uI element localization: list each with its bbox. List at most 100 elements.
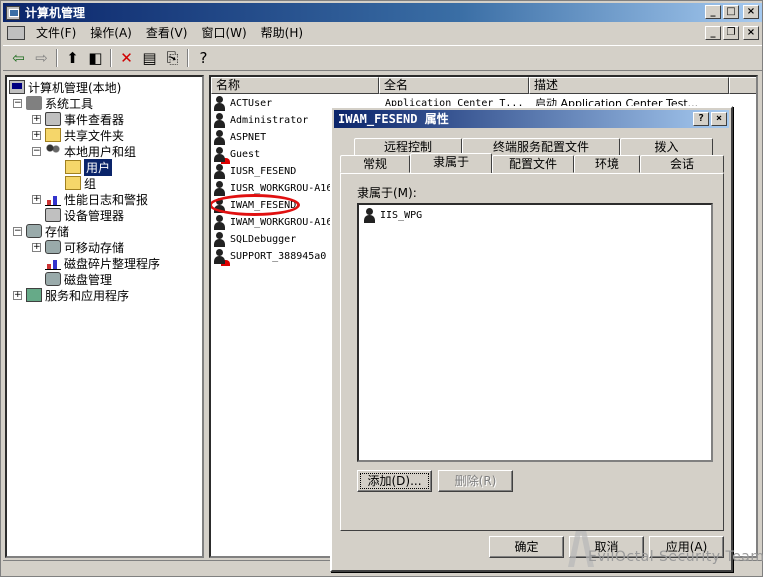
tree-shared-folders[interactable]: + 共享文件夹	[32, 127, 124, 143]
mdi-caption-buttons: _ ❐ ×	[705, 26, 759, 40]
folder-icon	[65, 160, 81, 174]
tree-system-tools[interactable]: − 系统工具	[13, 95, 93, 111]
caption-buttons: _ □ ×	[705, 5, 759, 19]
tree-defrag[interactable]: 磁盘碎片整理程序	[45, 255, 160, 271]
list-item[interactable]: ACTUser	[213, 95, 272, 112]
menu-file[interactable]: 文件(F)	[29, 23, 83, 43]
collapse-icon[interactable]: −	[32, 146, 41, 156]
list-item[interactable]: SQLDebugger	[213, 231, 296, 248]
list-item[interactable]: Administrator	[213, 112, 308, 129]
tree-groups[interactable]: 组	[65, 175, 96, 191]
expand-icon[interactable]: +	[32, 114, 41, 124]
tree-users[interactable]: 用户	[65, 158, 113, 176]
tab-sessions[interactable]: 会话	[640, 155, 724, 173]
tree-local-users-groups[interactable]: − 本地用户和组	[32, 143, 136, 159]
menu-window[interactable]: 窗口(W)	[194, 23, 253, 43]
mdi-restore-button[interactable]: ❐	[723, 26, 739, 40]
dialog-title-bar: IWAM_FESEND 属性 ? ×	[334, 110, 729, 128]
properties-icon[interactable]: ▤	[138, 47, 161, 69]
tree-device-manager[interactable]: 设备管理器	[45, 207, 124, 223]
tab-environment[interactable]: 环境	[574, 155, 640, 173]
export-list-icon[interactable]: ⎘	[161, 47, 184, 69]
collapse-icon[interactable]: −	[13, 226, 22, 236]
dialog-help-button[interactable]: ?	[693, 112, 709, 126]
services-icon	[26, 288, 42, 302]
user-icon	[213, 96, 227, 111]
list-item[interactable]: IWAM_WORKGROU-A16	[213, 214, 332, 231]
computer-management-icon	[6, 5, 20, 20]
group-icon	[363, 208, 377, 223]
forward-icon[interactable]: ⇨	[30, 47, 53, 69]
device-manager-icon	[45, 208, 61, 222]
list-item[interactable]: SUPPORT_388945a0	[213, 248, 326, 265]
list-item[interactable]: ASPNET	[213, 129, 266, 146]
minimize-button[interactable]: _	[705, 5, 721, 19]
back-icon[interactable]: ⇦	[7, 47, 30, 69]
delete-icon[interactable]: ✕	[115, 47, 138, 69]
list-item[interactable]: IIS_WPG	[363, 208, 422, 223]
user-icon	[213, 181, 227, 196]
disabled-user-icon	[213, 249, 227, 264]
user-icon	[213, 164, 227, 179]
dialog-close-button[interactable]: ×	[711, 112, 727, 126]
tools-icon	[26, 96, 42, 110]
up-folder-icon[interactable]: ⬆	[61, 47, 84, 69]
folder-icon	[65, 176, 81, 190]
tab-member-of[interactable]: 隶属于	[410, 153, 492, 173]
column-header-fullname[interactable]: 全名	[379, 77, 529, 94]
shared-folder-icon	[45, 128, 61, 142]
properties-dialog: IWAM_FESEND 属性 ? × 远程控制 终端服务配置文件 拨入 常规 隶…	[330, 106, 733, 572]
menu-view[interactable]: 查看(V)	[139, 23, 195, 43]
removable-storage-icon	[45, 240, 61, 254]
member-list[interactable]: IIS_WPG	[357, 203, 713, 462]
dialog-title: IWAM_FESEND 属性	[338, 112, 449, 126]
expand-icon[interactable]: +	[32, 242, 41, 252]
tab-general[interactable]: 常规	[340, 155, 410, 173]
column-header-name[interactable]: 名称	[211, 77, 379, 94]
mdi-minimize-button[interactable]: _	[705, 26, 721, 40]
tree-storage[interactable]: − 存储	[13, 223, 69, 239]
users-icon	[45, 144, 61, 158]
help-icon[interactable]: ?	[192, 47, 215, 69]
toolbar: ⇦ ⇨ ⬆ ◧ ✕ ▤ ⎘ ?	[3, 45, 762, 71]
defrag-icon	[45, 256, 61, 270]
close-button[interactable]: ×	[743, 5, 759, 19]
tree-removable-storage[interactable]: + 可移动存储	[32, 239, 124, 255]
add-button[interactable]: 添加(D)...	[357, 470, 432, 492]
tree-pane: 计算机管理(本地) − 系统工具 + 事件查看器 + 共享文件夹 − 本地用户和组 用户…	[5, 75, 204, 558]
user-icon	[213, 130, 227, 145]
member-of-label: 隶属于(M):	[357, 186, 417, 200]
disk-management-icon	[45, 272, 61, 286]
menu-help[interactable]: 帮助(H)	[254, 23, 310, 43]
column-header-filler	[729, 77, 756, 94]
list-item[interactable]: Guest	[213, 146, 260, 163]
menu-bar: 文件(F) 操作(A) 查看(V) 窗口(W) 帮助(H) _ ❐ ×	[3, 23, 762, 43]
expand-icon[interactable]: +	[32, 194, 41, 204]
maximize-button[interactable]: □	[723, 5, 739, 19]
menu-action[interactable]: 操作(A)	[83, 23, 139, 43]
tree-event-viewer[interactable]: + 事件查看器	[32, 111, 124, 127]
expand-icon[interactable]: +	[13, 290, 22, 300]
window-title: 计算机管理	[25, 6, 86, 20]
list-item[interactable]: IUSR_FESEND	[213, 163, 296, 180]
expand-icon[interactable]: +	[32, 130, 41, 140]
mdi-close-button[interactable]: ×	[743, 26, 759, 40]
show-tree-icon[interactable]: ◧	[84, 47, 107, 69]
collapse-icon[interactable]: −	[13, 98, 22, 108]
user-icon	[213, 113, 227, 128]
computer-icon	[9, 80, 25, 94]
dialog-caption-buttons: ? ×	[693, 112, 727, 126]
storage-icon	[26, 224, 42, 238]
title-bar: 计算机管理 _ □ ×	[3, 3, 762, 22]
ok-button[interactable]: 确定	[489, 536, 564, 558]
tab-dial-in[interactable]: 拨入	[620, 138, 713, 156]
tree-perf-logs[interactable]: + 性能日志和警报	[32, 191, 148, 207]
tree-services-apps[interactable]: + 服务和应用程序	[13, 287, 129, 303]
tree-root[interactable]: 计算机管理(本地)	[9, 79, 121, 95]
tab-profile[interactable]: 配置文件	[492, 155, 574, 173]
column-header-description[interactable]: 描述	[529, 77, 729, 94]
system-menu-icon[interactable]	[7, 26, 25, 40]
disabled-user-icon	[213, 147, 227, 162]
remove-button[interactable]: 删除(R)	[438, 470, 513, 492]
tree-disk-management[interactable]: 磁盘管理	[45, 271, 112, 287]
